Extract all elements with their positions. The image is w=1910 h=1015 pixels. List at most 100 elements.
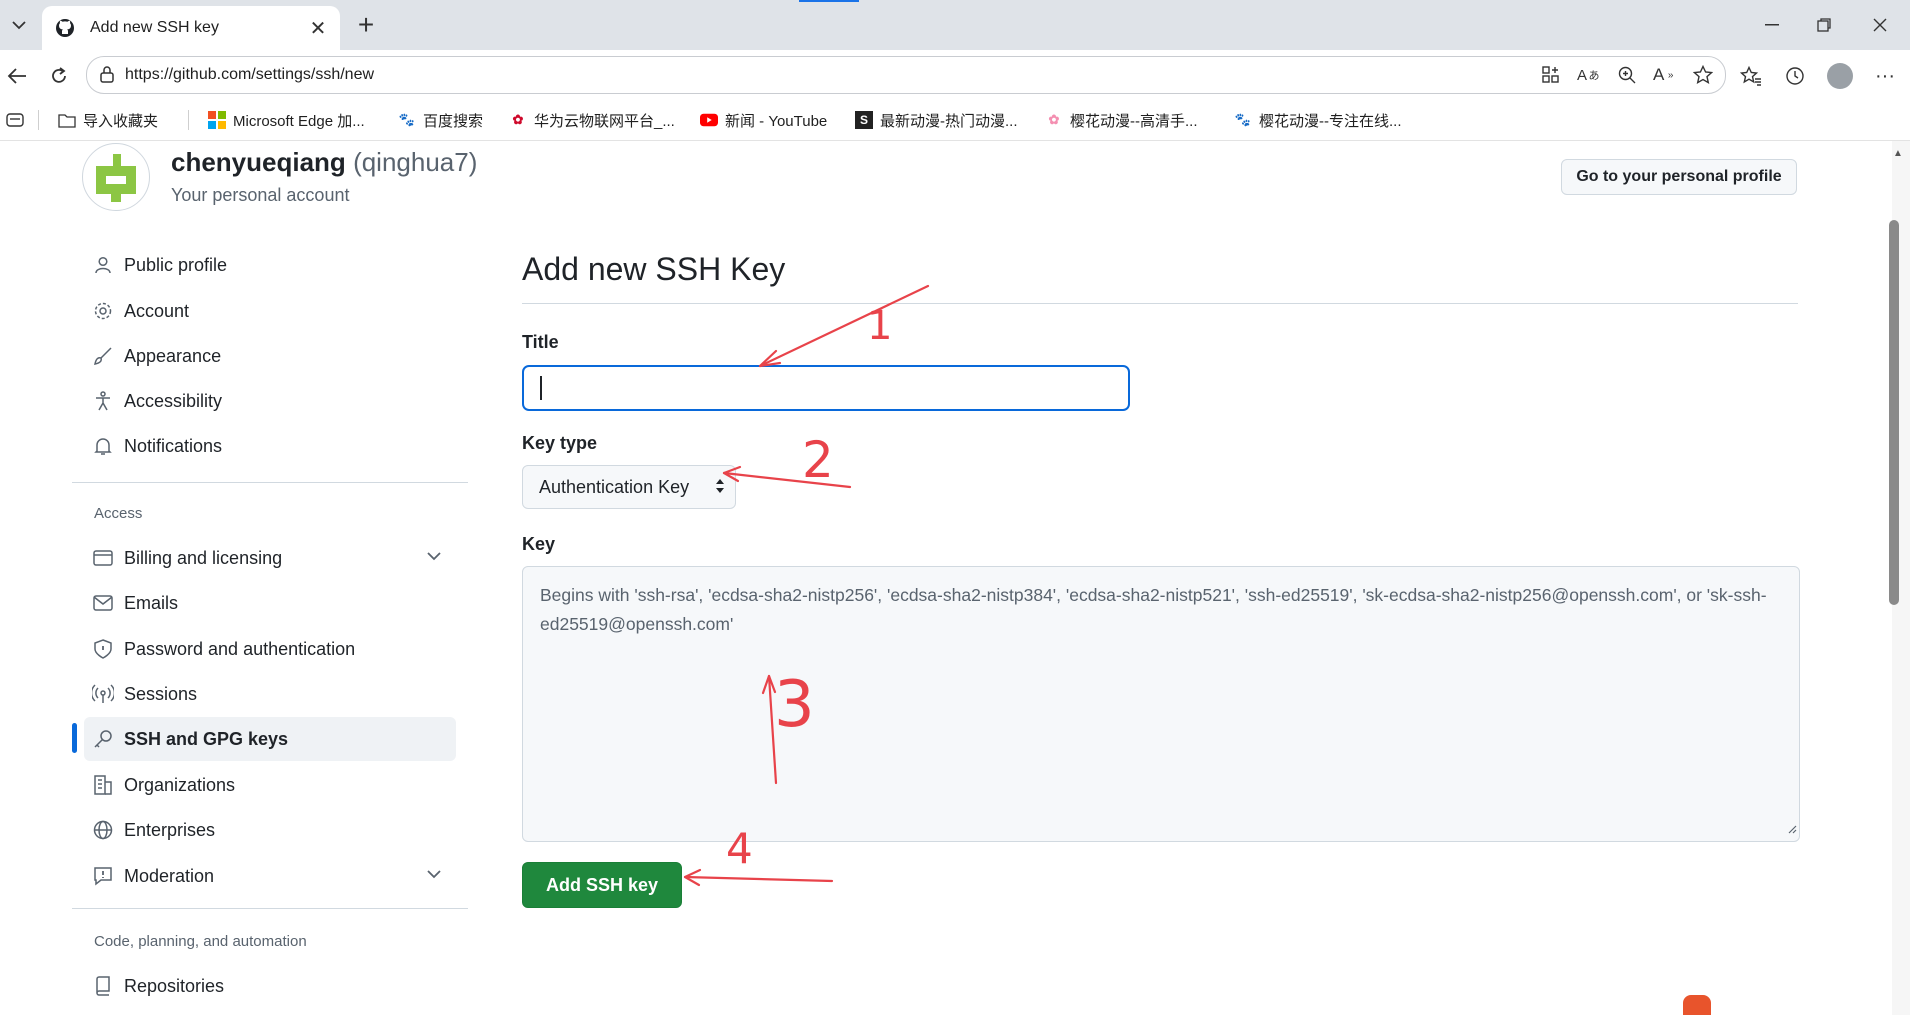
history-icon[interactable]	[1780, 61, 1810, 91]
restore-icon[interactable]	[1804, 10, 1844, 40]
sidebar-item-organizations[interactable]: Organizations	[84, 763, 456, 807]
organization-icon	[92, 774, 114, 796]
add-ssh-key-button[interactable]: Add SSH key	[522, 862, 682, 908]
sidebar-item-emails[interactable]: Emails	[84, 581, 456, 625]
browser-tab[interactable]: Add new SSH key ✕	[42, 6, 340, 50]
broadcast-icon	[92, 683, 114, 705]
favorites-bar-toggle-icon[interactable]	[6, 110, 24, 130]
sidebar-item-repositories[interactable]: Repositories	[84, 964, 456, 1008]
favorites-icon[interactable]	[1736, 61, 1766, 91]
go-to-profile-button[interactable]: Go to your personal profile	[1561, 159, 1797, 195]
page-title: Add new SSH Key	[522, 251, 786, 287]
sidebar-item-moderation[interactable]: Moderation	[84, 854, 456, 898]
tab-drag-indicator	[799, 0, 859, 2]
favorite-label: 华为云物联网平台_...	[534, 112, 675, 130]
window-close-icon[interactable]	[1860, 10, 1900, 40]
favorite-star-icon[interactable]	[1691, 63, 1715, 87]
annotation-arrow-1	[758, 284, 930, 368]
chevron-down-icon[interactable]	[426, 866, 442, 884]
back-arrow-icon[interactable]	[2, 61, 32, 91]
favorite-label: 樱花动漫--专注在线...	[1259, 112, 1402, 130]
account-subtitle: Your personal account	[171, 185, 350, 205]
sidebar-item-label: Password and authentication	[124, 638, 356, 659]
sidebar-item-ssh-gpg-keys[interactable]: SSH and GPG keys	[84, 717, 456, 761]
sidebar-item-label: Enterprises	[124, 819, 216, 840]
profile-avatar[interactable]	[1825, 61, 1855, 91]
chevron-down-icon[interactable]	[426, 548, 442, 566]
key-textarea[interactable]: Begins with 'ssh-rsa', 'ecdsa-sha2-nistp…	[522, 566, 1800, 842]
sidebar-item-sessions[interactable]: Sessions	[84, 672, 456, 716]
shield-icon	[92, 638, 114, 660]
translate-icon[interactable]: Aあ	[1577, 63, 1601, 87]
report-icon	[92, 865, 114, 887]
sidebar-item-label: Billing and licensing	[124, 547, 283, 568]
select-arrows-icon	[715, 478, 725, 499]
mail-icon	[92, 592, 114, 614]
scroll-up-arrow-icon[interactable]: ▲	[1893, 148, 1903, 159]
sidebar-item-password-auth[interactable]: Password and authentication	[84, 627, 456, 671]
read-aloud-icon[interactable]: A»	[1653, 63, 1677, 87]
key-type-select[interactable]: Authentication Key	[522, 465, 736, 509]
sidebar-item-account[interactable]: Account	[84, 289, 456, 333]
favorite-huawei-iot[interactable]: ✿ 华为云物联网平台_...	[509, 110, 675, 130]
sidebar-item-appearance[interactable]: Appearance	[84, 334, 456, 378]
sidebar-item-label: Sessions	[124, 683, 198, 704]
account-name: chenyueqiang	[171, 147, 346, 177]
sidebar-item-label: Moderation	[124, 865, 215, 886]
lock-icon[interactable]	[99, 65, 115, 88]
favorites-bar: 导入收藏夹 Microsoft Edge 加... 🐾 百度搜索 ✿ 华为云物联…	[0, 100, 1910, 141]
favorite-anime-1[interactable]: S 最新动漫-热门动漫...	[855, 110, 1018, 130]
sidebar-item-label: Public profile	[124, 254, 228, 275]
zoom-icon[interactable]	[1615, 63, 1639, 87]
scroll-thumb[interactable]	[1889, 220, 1899, 605]
favorite-label: Microsoft Edge 加...	[233, 112, 365, 130]
favorite-label: 最新动漫-热门动漫...	[880, 112, 1018, 130]
sidebar-item-public-profile[interactable]: Public profile	[84, 243, 456, 287]
annotation-arrow-2	[722, 471, 852, 489]
tab-list-chevron-icon[interactable]	[6, 12, 32, 38]
sidebar-item-notifications[interactable]: Notifications	[84, 424, 456, 468]
favorite-baidu[interactable]: 🐾 百度搜索	[398, 110, 483, 130]
repo-icon	[92, 975, 114, 997]
resize-grip-icon[interactable]	[1787, 821, 1797, 839]
huawei-logo-icon: ✿	[512, 112, 524, 127]
account-avatar[interactable]	[82, 143, 150, 211]
new-tab-icon[interactable]: +	[352, 11, 380, 40]
favorite-import[interactable]: 导入收藏夹	[58, 110, 158, 130]
annotation-arrow-4	[683, 875, 834, 883]
address-bar[interactable]: https://github.com/settings/ssh/new Aあ A…	[86, 56, 1726, 94]
favorite-label: 百度搜索	[423, 112, 484, 130]
favorite-youtube[interactable]: 新闻 - YouTube	[700, 110, 827, 130]
sogou-ime-icon[interactable]	[1683, 995, 1711, 1015]
sidebar-item-label: Notifications	[124, 435, 223, 456]
sidebar-item-enterprises[interactable]: Enterprises	[84, 808, 456, 852]
more-options-icon[interactable]: ···	[1870, 61, 1900, 91]
minimize-icon[interactable]	[1752, 10, 1792, 40]
favorite-sakura-1[interactable]: ✿ 樱花动漫--高清手...	[1045, 110, 1198, 130]
apps-icon[interactable]	[1539, 63, 1563, 87]
annotation-number-1: 1	[867, 303, 892, 349]
sidebar-item-label: Account	[124, 300, 190, 321]
key-placeholder: Begins with 'ssh-rsa', 'ecdsa-sha2-nistp…	[540, 585, 1767, 634]
anime-site-icon: S	[855, 111, 873, 129]
favorite-edge-addons[interactable]: Microsoft Edge 加...	[208, 110, 365, 130]
sidebar-item-label: Appearance	[124, 345, 222, 366]
accessibility-icon	[92, 390, 114, 412]
youtube-logo-icon	[700, 111, 718, 129]
refresh-icon[interactable]	[44, 61, 74, 91]
url-text[interactable]: https://github.com/settings/ssh/new	[125, 66, 374, 84]
address-bar-row: https://github.com/settings/ssh/new Aあ A…	[0, 50, 1910, 100]
credit-card-icon	[92, 547, 114, 569]
baidu-paw-icon: 🐾	[398, 112, 416, 127]
sidebar-item-label: Emails	[124, 592, 179, 613]
favorite-sakura-2[interactable]: 🐾 樱花动漫--专注在线...	[1234, 110, 1402, 130]
sidebar-item-billing[interactable]: Billing and licensing	[84, 536, 456, 580]
close-tab-icon[interactable]: ✕	[304, 14, 332, 42]
microsoft-logo-icon	[208, 111, 226, 129]
favorite-label: 樱花动漫--高清手...	[1070, 112, 1198, 130]
favorite-label: 导入收藏夹	[83, 112, 159, 130]
sidebar-item-accessibility[interactable]: Accessibility	[84, 379, 456, 423]
title-input[interactable]	[522, 365, 1130, 411]
sidebar-heading-code: Code, planning, and automation	[94, 933, 307, 950]
key-type-label: Key type	[522, 433, 598, 453]
